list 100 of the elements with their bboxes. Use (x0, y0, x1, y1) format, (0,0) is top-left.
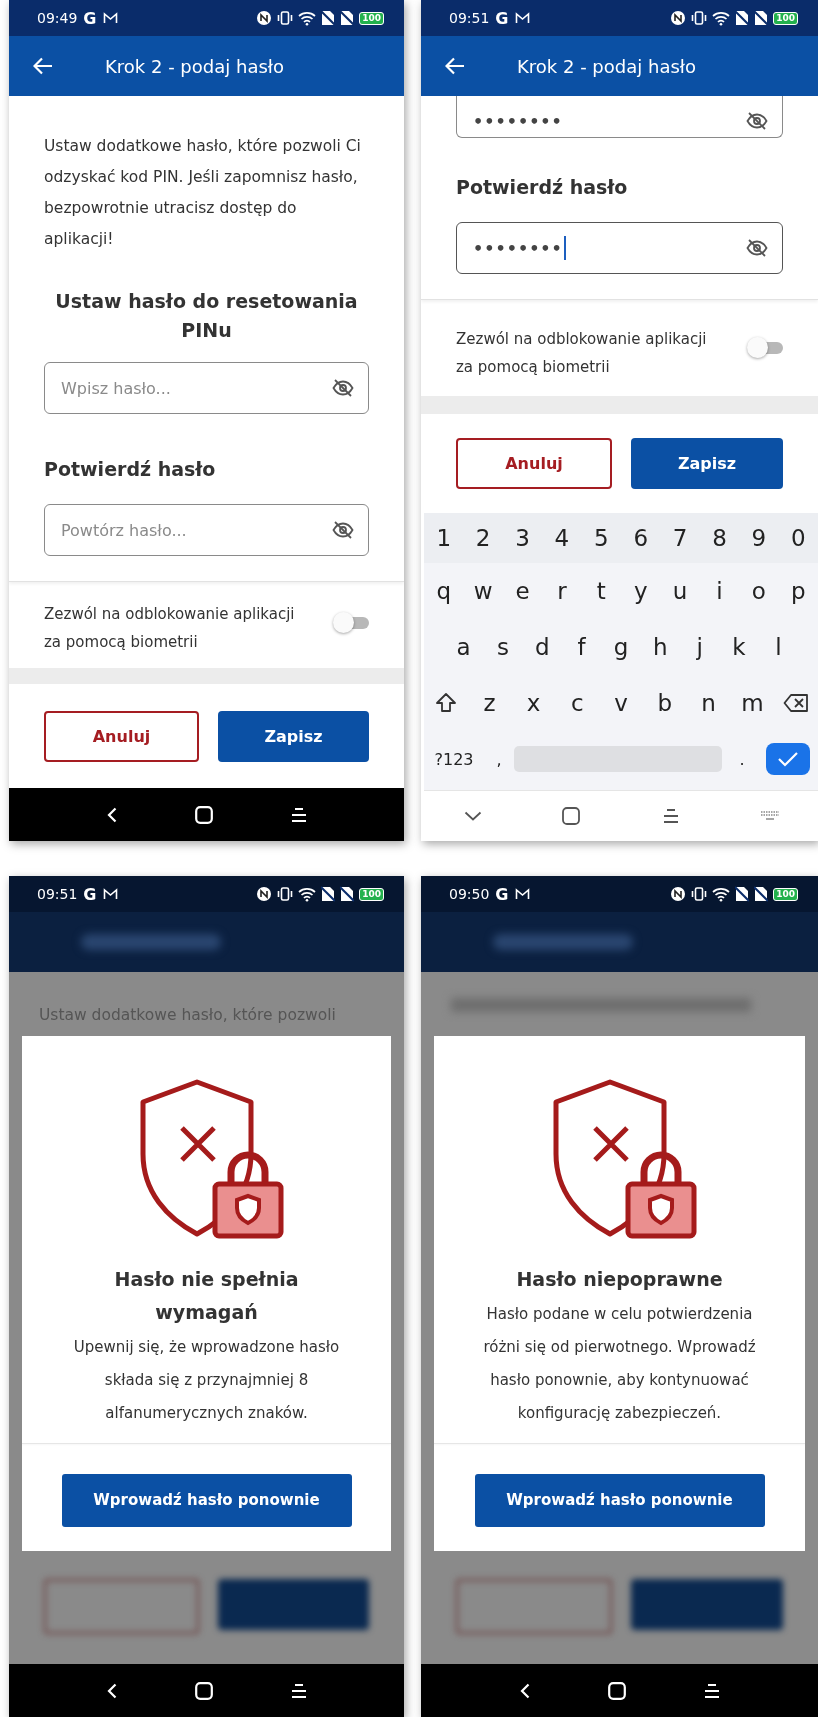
field-label: Potwierdź hasło (44, 457, 217, 482)
keyboard-key[interactable]: k (732, 634, 746, 660)
keyboard-key[interactable]: r (557, 578, 567, 604)
battery-indicator: 100 (773, 11, 798, 25)
no-sim-icon (754, 10, 769, 26)
keyboard-key[interactable]: 0 (790, 525, 806, 551)
retry-button[interactable]: Wprowadź hasło ponownie (474, 1473, 765, 1527)
cancel-button[interactable]: Anuluj (456, 438, 612, 489)
keyboard-key[interactable]: j (696, 634, 703, 660)
menu-icon[interactable] (663, 808, 679, 824)
back-arrow-icon[interactable] (445, 57, 465, 75)
keyboard-key[interactable]: 7 (672, 525, 688, 551)
eye-off-icon[interactable] (332, 378, 354, 398)
intro-text: Ustaw dodatkowe hasło, które pozwoli Ci odzyskać kod PIN. Jeśli zapomnisz hasło, bezpowrotnie utracisz dostęp do aplikacji! (44, 136, 362, 250)
keyboard-key[interactable]: m (741, 690, 764, 716)
keyboard-key[interactable]: b (657, 690, 673, 716)
no-sim-icon (340, 10, 355, 26)
keyboard-key[interactable]: y (633, 578, 648, 604)
keyboard-key[interactable]: 5 (593, 525, 609, 551)
chevron-down-icon[interactable] (463, 811, 482, 821)
keyboard-key[interactable]: 6 (633, 525, 648, 551)
dialog-title: Hasło nie spełnia wymagań (113, 1266, 300, 1325)
keyboard-key[interactable]: a (456, 634, 471, 660)
nfc-icon (256, 10, 273, 26)
battery-indicator: 100 (359, 11, 384, 25)
screen-title: Krok 2 - podaj hasło (105, 55, 284, 77)
keyboard-key[interactable]: g (613, 634, 629, 660)
vibrate-icon (691, 886, 708, 902)
keyboard-key[interactable]: 8 (712, 525, 727, 551)
eye-off-icon[interactable] (332, 520, 354, 540)
eye-off-icon[interactable] (746, 238, 768, 258)
password-field[interactable]: Powtórz hasło... (44, 504, 369, 556)
keyboard-key[interactable]: c (570, 690, 584, 716)
keyboard-key[interactable]: f (577, 634, 586, 660)
keyboard-key[interactable]: . (739, 749, 745, 769)
keyboard-key[interactable]: ?123 (434, 749, 474, 769)
password-field[interactable]: •••••••• (456, 96, 783, 138)
no-sim-icon (321, 10, 336, 26)
backspace-icon[interactable] (783, 693, 810, 713)
keyboard-key[interactable]: s (497, 634, 509, 660)
status-time: 09:50 (449, 886, 490, 902)
keyboard-key[interactable]: 3 (515, 525, 530, 551)
vibrate-icon (691, 10, 708, 26)
keyboard-key[interactable]: p (791, 578, 806, 604)
biometric-toggle[interactable] (333, 612, 369, 632)
enter-key[interactable] (766, 743, 810, 775)
keyboard-key[interactable]: e (515, 578, 530, 604)
password-field[interactable]: Wpisz hasło... (44, 362, 369, 414)
keyboard-key[interactable]: x (526, 690, 541, 716)
keyboard-key[interactable]: d (535, 634, 550, 660)
keyboard-key[interactable]: z (483, 690, 496, 716)
keyboard-key[interactable]: 9 (751, 525, 767, 551)
wifi-icon (298, 886, 317, 902)
keyboard-key[interactable]: w (473, 578, 493, 604)
keyboard-key[interactable]: , (496, 749, 502, 769)
retry-button[interactable]: Wprowadź hasło ponownie (61, 1473, 352, 1527)
keyboard-key[interactable]: 1 (436, 525, 451, 551)
back-arrow-icon[interactable] (33, 57, 53, 75)
keyboard-key[interactable]: t (596, 578, 606, 604)
mail-icon (102, 12, 118, 24)
section-title: Ustaw hasło do resetowania PINu (54, 289, 359, 343)
vibrate-icon (277, 886, 294, 902)
keyboard-key[interactable]: o (751, 578, 766, 604)
keyboard-key[interactable]: 4 (554, 525, 570, 551)
keyboard-key[interactable]: i (716, 578, 723, 604)
nfc-icon (670, 10, 687, 26)
back-icon[interactable] (106, 1682, 117, 1699)
wifi-icon (298, 10, 317, 26)
battery-indicator: 100 (359, 887, 384, 901)
save-button[interactable]: Zapisz (218, 710, 369, 762)
cancel-button[interactable]: Anuluj (44, 710, 199, 762)
battery-indicator: 100 (773, 887, 798, 901)
no-sim-icon (340, 886, 355, 902)
biometric-toggle[interactable] (747, 337, 783, 357)
wifi-icon (712, 886, 731, 902)
keyboard-key[interactable]: l (775, 634, 782, 660)
back-icon[interactable] (519, 1682, 530, 1699)
keyboard-key[interactable]: v (614, 690, 628, 716)
keyboard-key[interactable]: n (701, 690, 716, 716)
wifi-icon (712, 10, 731, 26)
keyboard-key[interactable]: 2 (475, 525, 491, 551)
status-time: 09:51 (449, 10, 490, 26)
notification-icon: G (495, 8, 509, 28)
home-icon[interactable] (562, 807, 580, 825)
keyboard-key[interactable]: h (653, 634, 668, 660)
save-button[interactable]: Zapisz (631, 438, 783, 489)
biometric-label: Zezwól na odblokowanie aplikacji za pomocą biometrii (456, 329, 708, 378)
shift-icon[interactable] (434, 692, 457, 714)
no-sim-icon (754, 886, 769, 902)
back-icon[interactable] (106, 806, 117, 823)
keyboard-key[interactable]: q (436, 578, 451, 604)
keyboard-key[interactable]: u (672, 578, 688, 604)
password-field[interactable]: •••••••• (456, 222, 783, 274)
notification-icon: G (83, 884, 97, 904)
no-sim-icon (321, 886, 336, 902)
mail-icon (102, 888, 118, 900)
nfc-icon (670, 886, 687, 902)
dialog-message: Hasło podane w celu potwierdzenia różni się od pierwotnego. Wprowadź hasło ponownie, aby kontynuować konfigurację zabezpieczeń. (482, 1303, 757, 1424)
eye-off-icon[interactable] (746, 111, 768, 131)
notification-icon: G (83, 8, 97, 28)
